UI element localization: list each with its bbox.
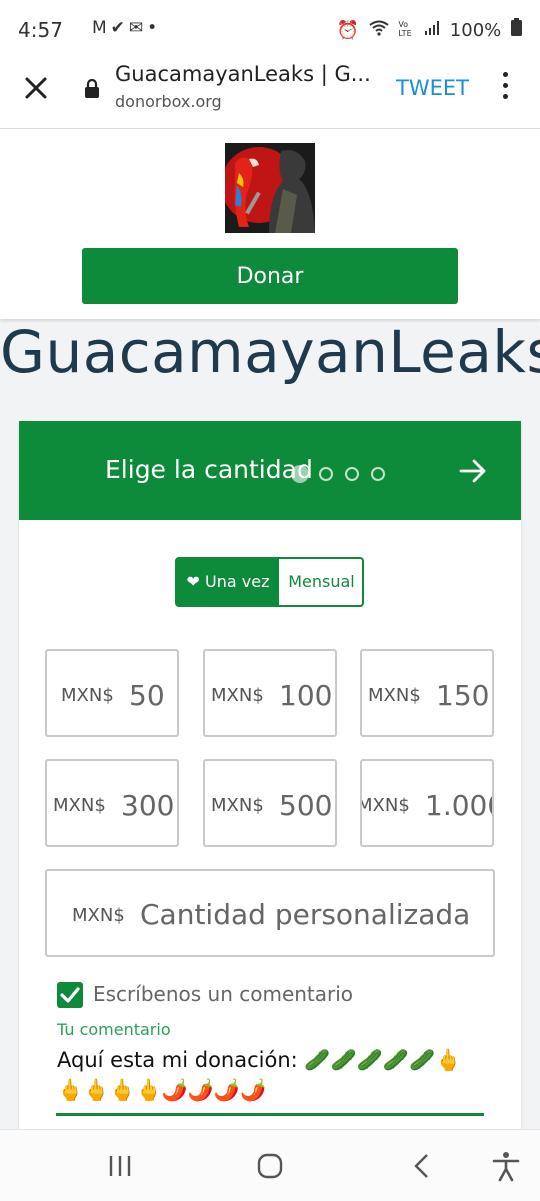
wifi-icon xyxy=(368,20,395,41)
frequency-toggle: ❤ Una vez Mensual xyxy=(175,557,364,607)
org-title: GuacamayanLeaks xyxy=(0,318,540,386)
accessibility-icon xyxy=(492,1152,520,1182)
step-header: Elige la cantidad xyxy=(19,421,521,520)
lock-icon[interactable] xyxy=(84,78,100,98)
more-vert-icon xyxy=(502,72,508,77)
amount-option[interactable]: MXN$ 300 xyxy=(45,759,179,847)
campaign-logo xyxy=(225,143,315,233)
heart-icon: ❤ xyxy=(186,572,200,591)
donation-form: Elige la cantidad ❤ Una vez Mensual MXN$… xyxy=(19,421,521,1141)
recents-icon xyxy=(109,1156,131,1176)
amount-option[interactable]: MXN$ 100 xyxy=(203,649,337,737)
alarm-icon: ⏰ xyxy=(336,20,359,41)
page-url: donorbox.org xyxy=(115,92,222,111)
system-icons: ⏰ Vo LTE 100% xyxy=(332,18,522,41)
system-nav-bar xyxy=(0,1129,540,1201)
amount-value: 100 xyxy=(279,679,333,712)
battery-icon xyxy=(511,18,522,41)
frequency-once-label: Una vez xyxy=(205,572,270,591)
status-bar: 4:57 M✔✉• ⏰ Vo LTE 100% xyxy=(0,0,540,60)
close-icon xyxy=(25,77,47,99)
step-dot-2 xyxy=(319,467,333,481)
tweet-button[interactable]: TWEET xyxy=(396,76,469,100)
notification-icons: M✔✉• xyxy=(92,18,161,38)
back-icon xyxy=(414,1154,428,1178)
comment-checkbox[interactable] xyxy=(57,982,83,1008)
amount-currency: MXN$ xyxy=(360,795,410,816)
amount-option[interactable]: MXN$ 50 xyxy=(45,649,179,737)
step-dot-1 xyxy=(291,465,309,483)
page-title: GuacamayanLeaks | G... xyxy=(115,62,371,86)
outlook-icon: ✉ xyxy=(128,18,148,38)
more-options-button[interactable] xyxy=(500,72,510,102)
comment-field-label: Tu comentario xyxy=(57,1020,171,1039)
amount-option[interactable]: MXN$ 1.000 xyxy=(360,759,494,847)
home-button[interactable] xyxy=(254,1150,286,1182)
step-indicator xyxy=(291,463,397,485)
accessibility-button[interactable] xyxy=(490,1150,522,1182)
amount-value: 300 xyxy=(121,789,175,822)
arrow-right-icon xyxy=(459,459,486,483)
home-icon xyxy=(257,1153,283,1179)
checkmark-icon xyxy=(60,987,80,1003)
comment-checkbox-label[interactable]: Escríbenos un comentario xyxy=(93,982,353,1006)
amount-currency: MXN$ xyxy=(211,795,264,816)
amount-value: 1.000 xyxy=(425,789,492,822)
close-tab-button[interactable] xyxy=(22,74,50,102)
comment-textarea[interactable]: Aquí esta mi donación: 🥒🥒🥒🥒🥒🖕🖕🖕🖕🖕🌶️🌶️🌶️🌶… xyxy=(57,1045,487,1105)
amount-currency: MXN$ xyxy=(211,685,264,706)
amount-value: 150 xyxy=(436,679,490,712)
browser-toolbar: GuacamayanLeaks | G... donorbox.org TWEE… xyxy=(0,60,540,129)
check-icon: ✔ xyxy=(110,18,129,38)
gmail-icon: M xyxy=(92,18,111,38)
amount-value: 500 xyxy=(279,789,333,822)
custom-amount-currency: MXN$ xyxy=(72,905,125,926)
amount-option[interactable]: MXN$ 500 xyxy=(203,759,337,847)
frequency-monthly-option[interactable]: Mensual xyxy=(279,559,362,605)
frequency-once-option[interactable]: ❤ Una vez xyxy=(177,559,279,605)
back-button[interactable] xyxy=(406,1150,438,1182)
amount-currency: MXN$ xyxy=(368,685,421,706)
status-time: 4:57 xyxy=(18,18,63,42)
recent-apps-button[interactable] xyxy=(104,1150,136,1182)
battery-label: 100% xyxy=(449,20,502,41)
comment-underline xyxy=(56,1113,484,1116)
signal-icon xyxy=(424,20,446,41)
step-title: Elige la cantidad xyxy=(105,455,313,484)
campaign-header: Donar xyxy=(0,129,540,319)
volte-icon: Vo LTE xyxy=(398,20,412,38)
donate-button[interactable]: Donar xyxy=(82,248,458,304)
custom-amount-placeholder: Cantidad personalizada xyxy=(140,898,471,931)
amount-value: 50 xyxy=(129,679,165,712)
custom-amount-input[interactable]: MXN$ Cantidad personalizada xyxy=(45,869,495,957)
amount-currency: MXN$ xyxy=(53,795,106,816)
amount-currency: MXN$ xyxy=(61,685,114,706)
next-step-button[interactable] xyxy=(457,455,489,487)
dot-icon: • xyxy=(147,18,162,38)
step-dot-4 xyxy=(371,467,385,481)
step-dot-3 xyxy=(345,467,359,481)
amount-option[interactable]: MXN$ 150 xyxy=(360,649,494,737)
